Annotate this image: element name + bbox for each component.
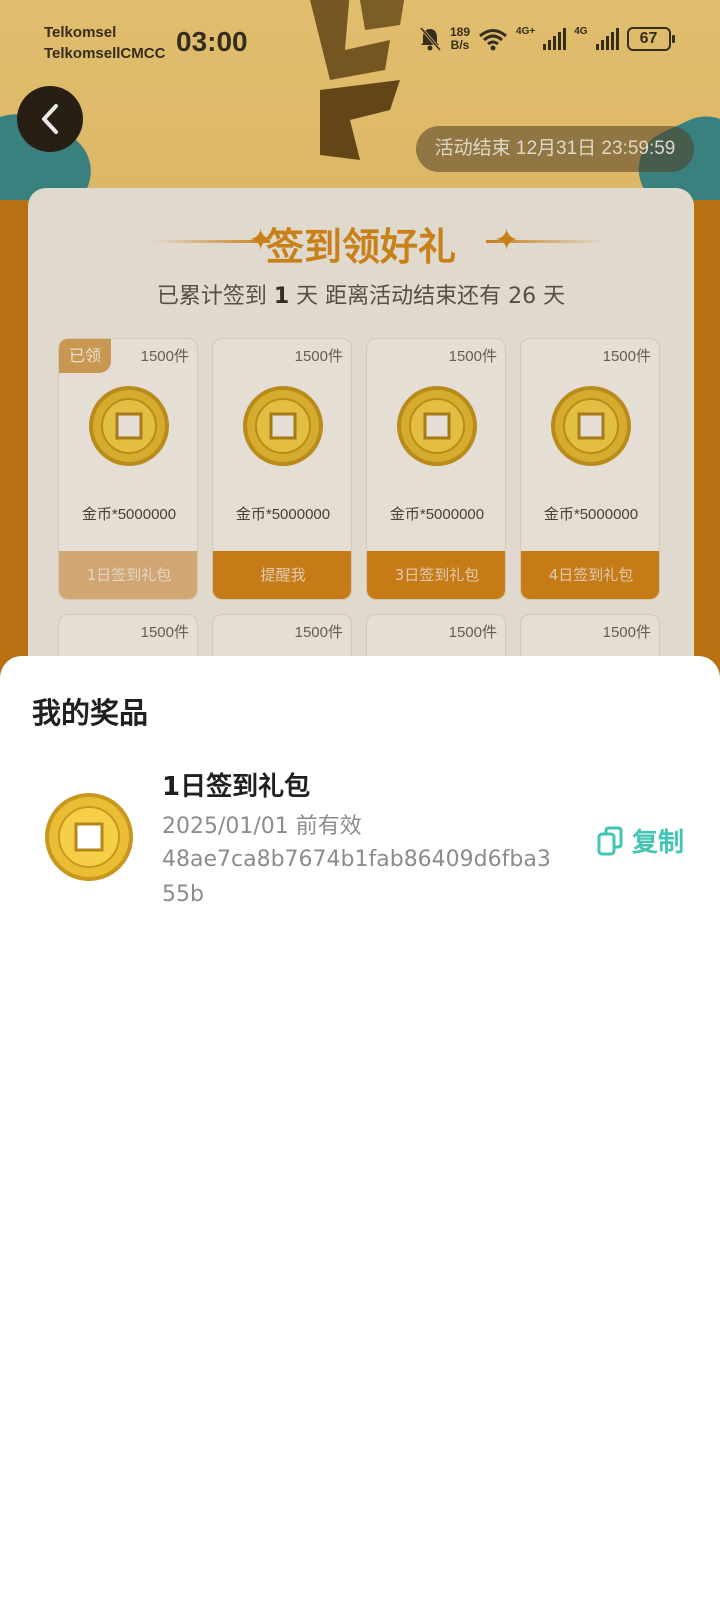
- gold-coin-icon: [45, 793, 133, 881]
- activity-page-background: Telkomsel TelkomsellCMCC 03:00 189 B/s 4…: [0, 0, 720, 700]
- modal-backdrop[interactable]: [0, 0, 720, 700]
- copy-button[interactable]: 复制: [596, 822, 684, 859]
- copy-icon: [597, 826, 623, 855]
- prize-name: 1日签到礼包: [162, 772, 311, 802]
- prize-item: 1日签到礼包 2025/01/01 前有效 48ae7ca8b7674b1fab…: [0, 766, 720, 926]
- my-prizes-sheet: 我的奖品 1日签到礼包 2025/01/01 前有效 48ae7ca8b7674…: [0, 656, 720, 1598]
- sheet-title: 我的奖品: [32, 696, 149, 730]
- prize-code: 48ae7ca8b7674b1fab86409d6fba355b: [162, 847, 551, 907]
- prize-validity: 2025/01/01 前有效: [162, 814, 362, 839]
- copy-label: 复制: [632, 828, 685, 858]
